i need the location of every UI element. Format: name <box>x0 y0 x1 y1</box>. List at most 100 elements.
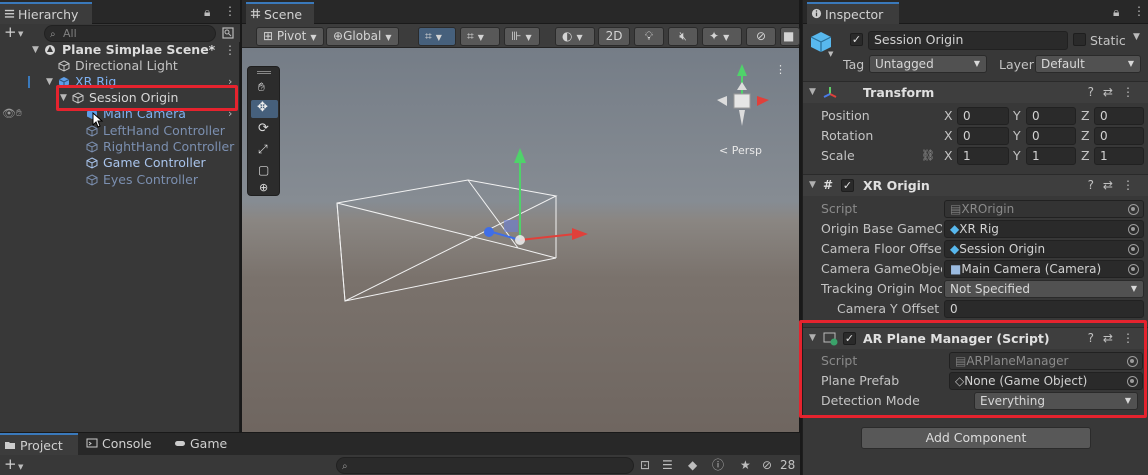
position-z-field[interactable]: 0 <box>1094 107 1144 125</box>
info-icon[interactable]: ⓘ <box>712 459 724 471</box>
object-picker-icon[interactable] <box>1128 264 1139 275</box>
hierarchy-item-eyes-controller[interactable]: Eyes Controller <box>0 172 240 188</box>
scale-z-field[interactable]: 1 <box>1094 147 1144 165</box>
tab-hierarchy[interactable]: Hierarchy <box>0 2 92 24</box>
hierarchy-item-righthand-controller[interactable]: RightHand Controller <box>0 139 240 155</box>
collapse-caret-icon[interactable]: ▼ <box>809 175 816 196</box>
pickable-hand-icon[interactable]: ✋︎ <box>16 106 22 122</box>
lock-icon[interactable]: 🔒︎ <box>1113 6 1119 18</box>
origin-base-field[interactable]: ◆XR Rig <box>944 220 1144 238</box>
scale-tool[interactable]: ⤢ <box>251 142 278 160</box>
hidden-objects-toggle[interactable]: ⊘ <box>746 27 776 46</box>
filter-icon[interactable]: ☰ <box>662 459 673 471</box>
component-header-icons[interactable]: ?⇄⋮ <box>1088 82 1143 103</box>
tab-project[interactable]: Project <box>0 433 78 455</box>
add-component-button[interactable]: Add Component <box>861 427 1091 449</box>
object-picker-icon[interactable] <box>1128 244 1139 255</box>
hierarchy-item-directional-light[interactable]: Directional Light <box>0 58 240 74</box>
favorite-star-icon[interactable]: ★ <box>740 459 751 471</box>
search-by-type-icon[interactable]: ⊡ <box>640 459 650 471</box>
tab-game[interactable]: Game <box>170 433 235 455</box>
tab-scene[interactable]: Scene <box>246 2 314 24</box>
lighting-toggle-button[interactable]: 💡︎ <box>634 27 664 46</box>
audio-toggle-button[interactable]: 🔇︎ <box>668 27 698 46</box>
rotation-x-field[interactable]: 0 <box>957 127 1009 145</box>
rotation-y-field[interactable]: 0 <box>1026 127 1076 145</box>
create-asset-button[interactable]: + <box>4 457 17 472</box>
axis-z-label[interactable]: Z <box>1081 126 1090 146</box>
axis-z-label[interactable]: Z <box>1081 106 1090 126</box>
search-filter-icon[interactable] <box>222 27 234 39</box>
collapse-caret-icon[interactable]: ▼ <box>809 82 816 103</box>
hierarchy-search-input[interactable]: ⌕ All <box>44 25 216 42</box>
axis-y-label[interactable]: Y <box>1013 146 1021 166</box>
incremental-snap-button[interactable]: ⊪ ▼ <box>504 27 540 46</box>
constrain-proportions-icon[interactable]: ⛓︎ <box>921 146 935 166</box>
toggle-2d-button[interactable]: 2D <box>598 27 630 46</box>
transform-tool[interactable]: ⊕ <box>251 181 278 194</box>
camera-y-offset-label[interactable]: Camera Y Offset <box>837 299 939 319</box>
expand-caret-icon[interactable]: ▼ <box>32 42 39 58</box>
scale-x-field[interactable]: 1 <box>957 147 1009 165</box>
layer-dropdown[interactable]: Default ▼ <box>1035 55 1141 73</box>
drag-handle[interactable] <box>257 71 271 74</box>
camera-floor-offset-field[interactable]: ◆Session Origin <box>944 240 1144 258</box>
projection-label[interactable]: < Persp <box>719 144 762 157</box>
static-dropdown-icon[interactable]: ▼ <box>1133 32 1140 42</box>
label-icon[interactable]: ◆ <box>688 459 697 471</box>
tracking-origin-mode-dropdown[interactable]: Not Specified ▼ <box>944 280 1144 298</box>
axis-y-label[interactable]: Y <box>1013 106 1021 126</box>
tag-dropdown[interactable]: Untagged ▼ <box>869 55 987 73</box>
camera-settings-button[interactable]: ■ <box>780 27 800 46</box>
position-y-field[interactable]: 0 <box>1026 107 1076 125</box>
axis-z-label[interactable]: Z <box>1081 146 1090 166</box>
rect-tool[interactable]: ▢ <box>251 163 278 181</box>
transform-header[interactable]: ▼ Transform ?⇄⋮ <box>803 81 1148 103</box>
axis-x-label[interactable]: X <box>944 106 953 126</box>
hierarchy-item-game-controller[interactable]: Game Controller <box>0 155 240 171</box>
more-menu-icon[interactable]: ⋮ <box>224 5 236 17</box>
hand-tool[interactable]: ✋︎ <box>251 79 278 97</box>
draw-mode-dropdown[interactable]: ◐ ▼ <box>555 27 595 46</box>
component-header-icons[interactable]: ?⇄⋮ <box>1088 175 1143 196</box>
object-name-field[interactable]: Session Origin <box>868 31 1068 50</box>
project-search-input[interactable]: ⌕ <box>336 457 634 474</box>
move-tool[interactable]: ✥ <box>251 100 278 118</box>
pivot-dropdown[interactable]: ⊞ Pivot ▼ <box>256 27 324 46</box>
xr-origin-header[interactable]: ▼ # ✓ XR Origin ?⇄⋮ <box>803 174 1148 196</box>
axis-x-label[interactable]: X <box>944 146 953 166</box>
grid-snap-button[interactable]: ⌗ ▼ <box>418 27 456 46</box>
global-dropdown[interactable]: ⊕Global ▼ <box>326 27 399 46</box>
expand-caret-icon[interactable]: ▼ <box>46 74 53 90</box>
add-button[interactable]: + <box>4 25 17 40</box>
camera-y-offset-field[interactable]: 0 <box>944 300 1144 318</box>
camera-gameobject-field[interactable]: ■Main Camera (Camera) <box>944 260 1144 278</box>
gizmo-menu-icon[interactable]: ⋮ <box>775 63 786 76</box>
scene-menu-icon[interactable]: ⋮ <box>224 44 236 56</box>
rotation-z-field[interactable]: 0 <box>1094 127 1144 145</box>
static-checkbox[interactable] <box>1073 33 1086 46</box>
axis-y-label[interactable]: Y <box>1013 126 1021 146</box>
tab-inspector[interactable]: Inspector <box>807 2 899 24</box>
scene-row[interactable]: ▼ Plane Simplae Scene* ⋮ <box>0 42 240 58</box>
hierarchy-item-lefthand-controller[interactable]: LeftHand Controller <box>0 123 240 139</box>
effects-dropdown[interactable]: ✦ ▼ <box>702 27 742 46</box>
create-dropdown-icon[interactable]: ▼ <box>18 461 23 473</box>
tab-console[interactable]: Console <box>82 433 160 455</box>
camera-gameobject-label: Camera GameObject <box>821 261 942 276</box>
icon-dropdown-icon[interactable]: ▼ <box>828 50 833 58</box>
snap-increment-button[interactable]: ⌗ ▼ <box>460 27 500 46</box>
add-dropdown-icon[interactable]: ▼ <box>18 28 23 40</box>
hidden-packages-icon[interactable]: ⊘ <box>762 459 772 471</box>
axis-x-label[interactable]: X <box>944 126 953 146</box>
more-menu-icon[interactable]: ⋮ <box>1133 5 1145 17</box>
xr-origin-enabled-checkbox[interactable]: ✓ <box>841 179 854 192</box>
scene-viewport[interactable]: ⋮ < Persp ✋︎ ✥ ⟳ ⤢ ▢ ⊕ <box>242 48 799 432</box>
visibility-eye-icon[interactable]: 👁︎ <box>2 106 16 122</box>
rotate-tool[interactable]: ⟳ <box>251 121 278 139</box>
scale-y-field[interactable]: 1 <box>1026 147 1076 165</box>
lock-icon[interactable]: 🔒︎ <box>204 6 210 18</box>
object-picker-icon[interactable] <box>1128 224 1139 235</box>
position-x-field[interactable]: 0 <box>957 107 1009 125</box>
active-checkbox[interactable]: ✓ <box>850 33 863 46</box>
